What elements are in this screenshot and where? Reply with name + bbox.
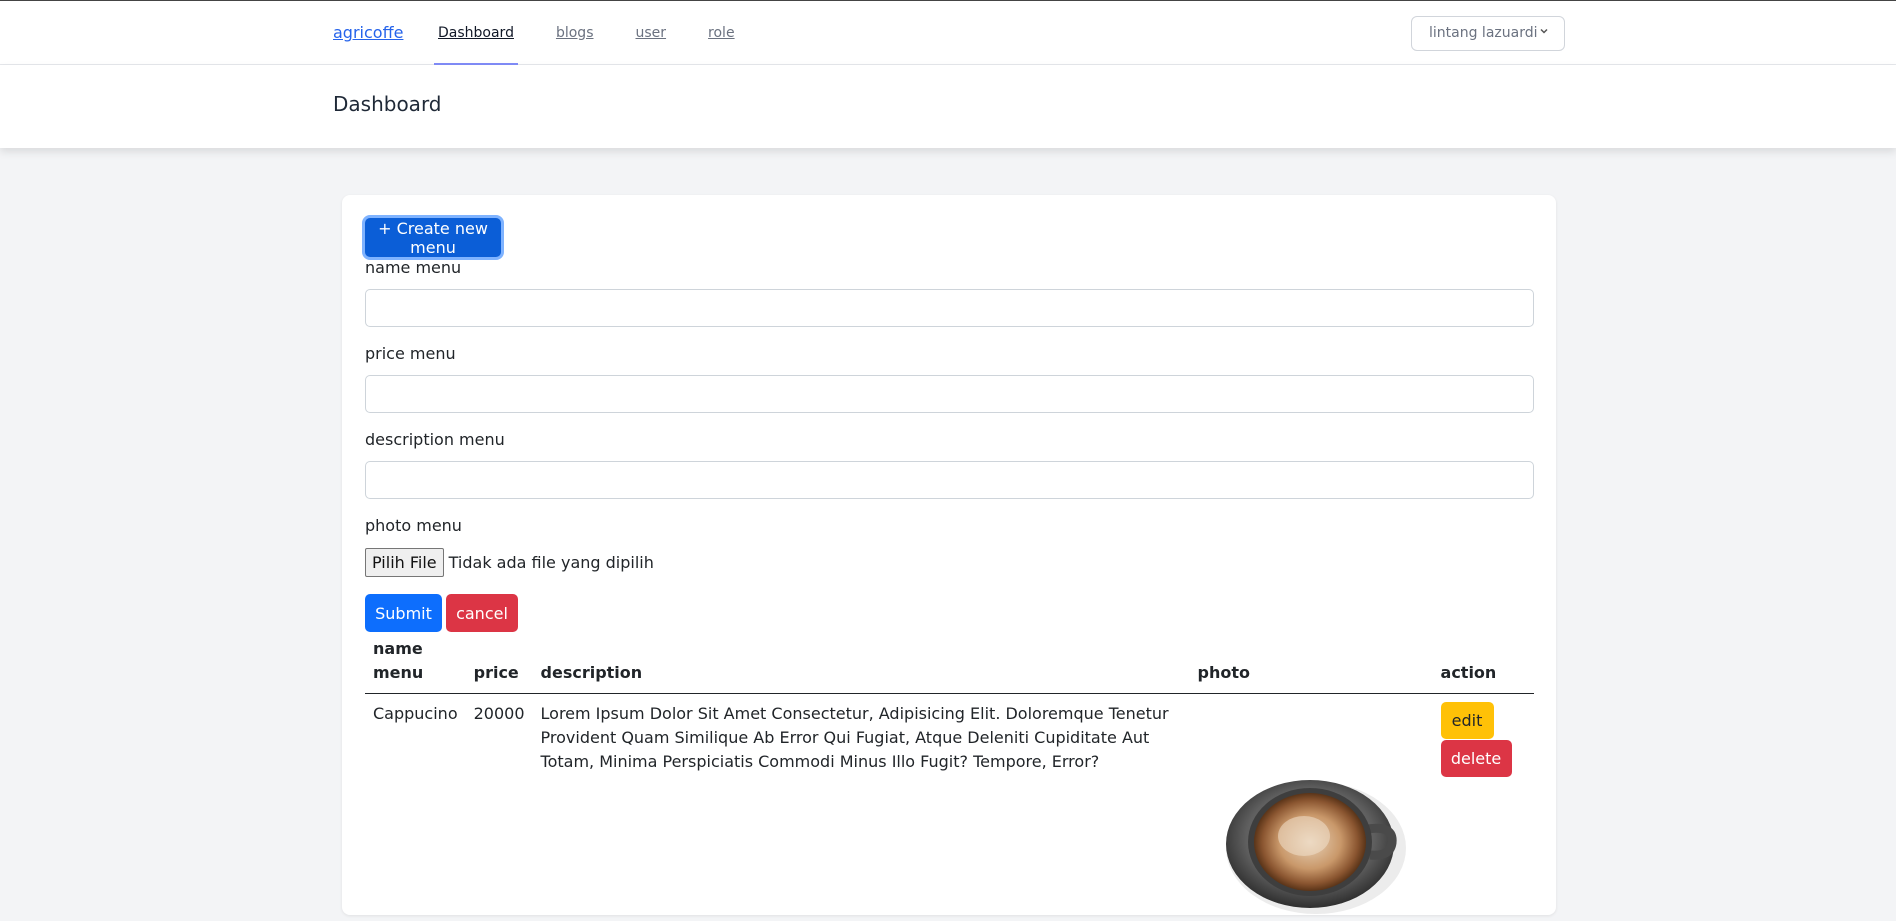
- nav-link-dashboard[interactable]: Dashboard: [434, 1, 518, 65]
- page-title: Dashboard: [333, 92, 442, 116]
- col-price: price: [465, 637, 533, 694]
- table-header-row: name menu price description photo action: [365, 637, 1534, 694]
- chevron-down-icon: [1539, 26, 1549, 39]
- name-menu-label: name menu: [365, 258, 462, 277]
- top-navbar: agricoffe Dashboard blogs user role lint…: [0, 1, 1896, 65]
- menu-card: + Create new menu name menu price menu d…: [342, 195, 1556, 915]
- table-row: Cappucino 20000 Lorem Ipsum Dolor Sit Am…: [365, 694, 1534, 914]
- photo-file-picker: Pilih File Tidak ada file yang dipilih: [365, 548, 654, 577]
- nav-link-user[interactable]: user: [632, 1, 671, 65]
- choose-file-button[interactable]: Pilih File: [365, 548, 444, 577]
- price-menu-input[interactable]: [365, 375, 1534, 413]
- description-menu-label: description menu: [365, 430, 505, 449]
- cell-description: Lorem Ipsum Dolor Sit Amet Consectetur, …: [540, 704, 1169, 771]
- col-description: description: [532, 637, 1190, 694]
- menu-table: name menu price description photo action…: [365, 637, 1534, 914]
- cancel-button[interactable]: cancel: [446, 594, 518, 632]
- submit-button[interactable]: Submit: [365, 594, 442, 632]
- col-action: action: [1432, 637, 1534, 694]
- user-name: lintang lazuardi: [1429, 25, 1538, 41]
- cell-action: edit delete: [1433, 694, 1534, 894]
- nav-link-role[interactable]: role: [704, 1, 739, 65]
- nav-link-blogs[interactable]: blogs: [552, 1, 598, 65]
- file-status-text: Tidak ada file yang dipilih: [448, 553, 654, 572]
- cappuccino-photo: [1218, 774, 1408, 921]
- name-menu-input[interactable]: [365, 289, 1534, 327]
- brand-link[interactable]: agricoffe: [333, 23, 403, 42]
- delete-button[interactable]: delete: [1440, 740, 1512, 777]
- user-menu-dropdown[interactable]: lintang lazuardi: [1411, 16, 1565, 51]
- description-menu-input[interactable]: [365, 461, 1534, 499]
- price-menu-label: price menu: [365, 344, 456, 363]
- col-name-menu: name menu: [365, 637, 466, 694]
- page-header: Dashboard: [0, 65, 1896, 148]
- edit-button[interactable]: edit: [1440, 702, 1494, 739]
- cell-photo: [1190, 694, 1433, 914]
- nav-links: Dashboard blogs user role: [434, 1, 773, 65]
- photo-menu-label: photo menu: [365, 516, 462, 535]
- cell-price: 20000: [473, 704, 525, 723]
- create-menu-button[interactable]: + Create new menu: [365, 218, 501, 257]
- col-photo: photo: [1189, 637, 1433, 694]
- cell-name: Cappucino: [373, 704, 458, 723]
